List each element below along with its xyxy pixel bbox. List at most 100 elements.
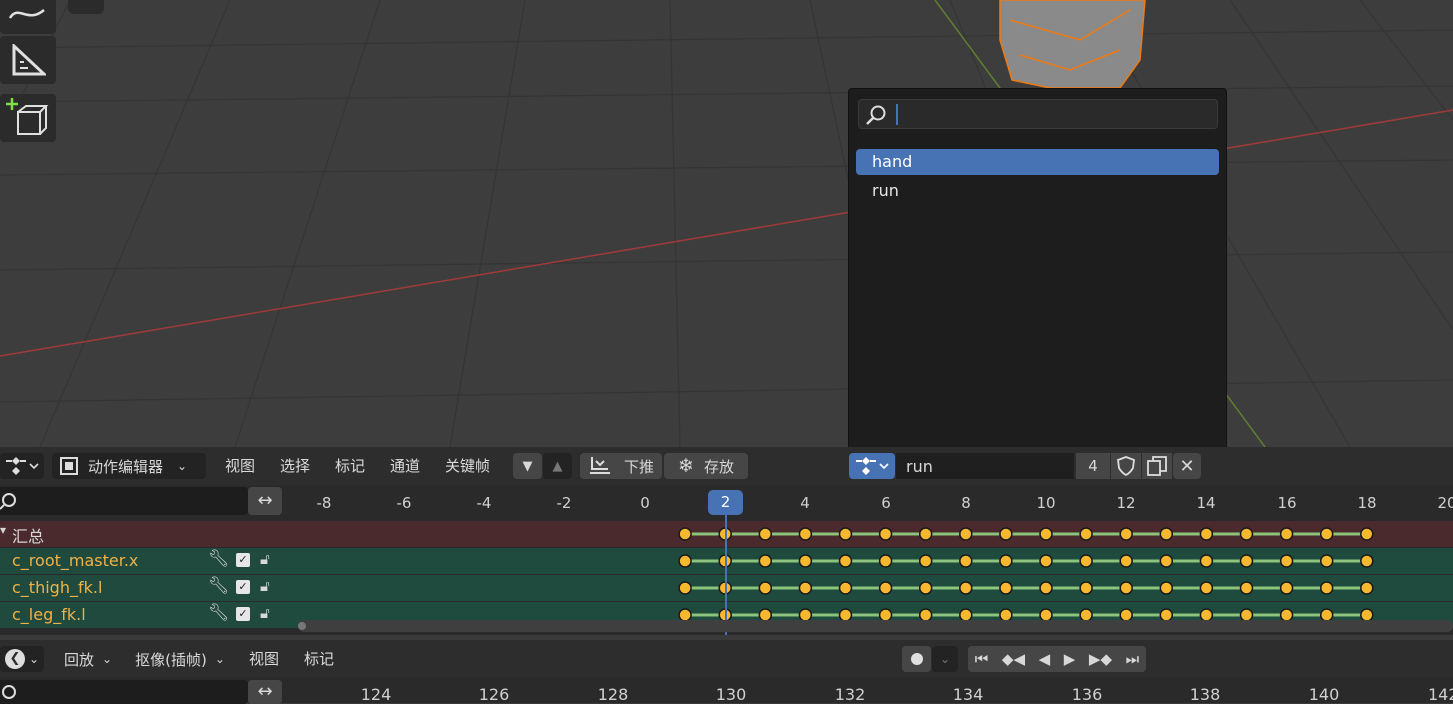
keyframe <box>1319 581 1334 595</box>
triangle-up-icon: ▲ <box>552 458 563 474</box>
push-down-button[interactable]: 下推 <box>580 453 662 479</box>
measure-tool-button[interactable] <box>0 36 56 84</box>
next-key-icon[interactable]: ▶◆ <box>1089 650 1112 668</box>
timeline-search-field[interactable] <box>0 680 248 704</box>
ruler-tick: 14 <box>1196 494 1216 512</box>
current-frame-indicator[interactable]: 2 <box>708 490 743 515</box>
keyframe <box>1119 527 1133 541</box>
playback-dropdown[interactable]: 回放 ⌄ <box>56 646 120 672</box>
copy-icon <box>1147 456 1167 476</box>
action-name-field[interactable]: run <box>896 453 1074 479</box>
unlink-action-button[interactable]: ✕ <box>1173 453 1201 479</box>
stash-label: 存放 <box>703 457 734 476</box>
keying-dropdown[interactable]: 抠像(插帧) ⌄ <box>124 646 236 672</box>
action-browse-popup: hand run <box>848 88 1227 454</box>
draw-icon <box>8 8 45 19</box>
search-icon <box>0 493 16 510</box>
keyframe <box>1360 581 1374 595</box>
ruler-tick: 18 <box>1357 494 1377 512</box>
channel-name: c_root_master.x <box>12 551 139 570</box>
keyframe <box>959 581 973 595</box>
editor-type-button[interactable] <box>0 453 44 479</box>
new-action-button[interactable] <box>1142 453 1172 479</box>
wrench-icon[interactable]: 🔧︎ <box>208 549 230 569</box>
ruler-tick: -8 <box>316 494 332 512</box>
wrench-icon[interactable]: 🔧︎ <box>208 603 230 623</box>
channel-icons: 🔧︎ ✓ 🔓︎ <box>208 603 284 625</box>
popup-item-run[interactable]: run <box>856 178 1219 204</box>
browse-action-button[interactable] <box>849 453 895 479</box>
auto-key-mode-button[interactable]: ⌄ <box>932 646 958 672</box>
keyframe <box>678 554 692 568</box>
add-cube-icon <box>6 98 49 135</box>
keyframe <box>838 554 853 568</box>
wrench-icon[interactable]: 🔧︎ <box>208 576 230 596</box>
keyframe <box>999 581 1013 595</box>
keyframe <box>1159 527 1174 541</box>
auto-key-button[interactable] <box>902 646 931 672</box>
ruler-tick: -6 <box>396 494 412 512</box>
user-count: 4 <box>1088 457 1098 475</box>
ruler-tick: 20 <box>1437 494 1453 512</box>
snowflake-icon: ❄ <box>678 455 694 477</box>
jump-end-icon[interactable]: ⏭︎ <box>1126 650 1140 668</box>
filter-down-button[interactable]: ▼ <box>513 453 542 479</box>
keyframe <box>1119 554 1133 568</box>
keyframes-layer[interactable] <box>285 521 1453 635</box>
ruler-tick: 16 <box>1277 494 1297 512</box>
menu-view[interactable]: 视图 <box>225 447 255 485</box>
timeline-ruler-area[interactable]: ↔ 124 126 128 130 132 134 136 138 140 14… <box>0 678 1453 704</box>
lock-icon[interactable]: 🔓︎ <box>260 604 270 622</box>
viewport-gizmo-button[interactable] <box>68 0 104 14</box>
timeline-tick: 140 <box>1308 685 1340 704</box>
checkbox-icon[interactable]: ✓ <box>236 607 250 621</box>
menu-select[interactable]: 选择 <box>280 447 310 485</box>
timeline-tick: 136 <box>1071 685 1103 704</box>
checkbox-icon[interactable]: ✓ <box>236 553 250 567</box>
draw-tool-button[interactable] <box>0 0 56 34</box>
horizontal-scrollbar[interactable] <box>298 620 1453 632</box>
popup-search-field[interactable] <box>858 99 1218 129</box>
timeline-menu-view[interactable]: 视图 <box>249 640 279 678</box>
lock-icon[interactable]: 🔓︎ <box>260 550 270 568</box>
timeline-tick: 134 <box>952 685 984 704</box>
stash-button[interactable]: ❄ 存放 <box>664 453 748 479</box>
timeline-editor-type-button[interactable]: ❮ ⌄ <box>0 646 44 672</box>
lock-icon[interactable]: 🔓︎ <box>260 577 270 595</box>
frame-ruler[interactable]: -8 -6 -4 -2 0 4 6 8 10 12 14 16 18 20 2 <box>285 485 1453 519</box>
play-icon[interactable]: ▶ <box>1064 650 1076 668</box>
dopesheet-header: 动作编辑器 ⌄ 视图 选择 标记 通道 关键帧 ▼ ▲ 下推 ❄ 存放 run … <box>0 447 1453 485</box>
jump-start-icon[interactable]: ⏮︎ <box>975 650 989 668</box>
close-icon: ✕ <box>1179 455 1195 477</box>
keyframe <box>918 527 933 541</box>
play-reverse-icon[interactable]: ◀ <box>1039 650 1051 668</box>
dopesheet-body[interactable]: ↔ -8 -6 -4 -2 0 4 6 8 10 12 14 16 18 20 … <box>0 485 1453 635</box>
add-cube-tool-button[interactable] <box>0 94 56 142</box>
ruler-tick: 0 <box>640 494 650 512</box>
3d-viewport[interactable] <box>0 0 1453 447</box>
timeline-menu-marker[interactable]: 标记 <box>304 640 334 678</box>
keyframe <box>1279 527 1294 541</box>
editor-mode-dropdown[interactable]: 动作编辑器 ⌄ <box>52 453 206 479</box>
channel-search-field[interactable] <box>0 487 248 515</box>
swap-arrows-button[interactable]: ↔ <box>248 487 282 515</box>
fake-user-button[interactable] <box>1111 453 1141 479</box>
checkbox-icon[interactable]: ✓ <box>236 580 250 594</box>
timeline-swap-button[interactable]: ↔ <box>248 680 282 704</box>
keyframe <box>1039 581 1053 595</box>
channel-name: c_leg_fk.l <box>12 605 86 624</box>
menu-key[interactable]: 关键帧 <box>445 447 490 485</box>
keyframe <box>999 527 1013 541</box>
action-name: run <box>906 456 933 476</box>
search-icon <box>2 685 16 699</box>
user-count-button[interactable]: 4 <box>1076 453 1110 479</box>
record-icon <box>910 653 923 665</box>
keyframe <box>798 554 813 568</box>
filter-up-button[interactable]: ▲ <box>543 453 572 479</box>
prev-key-icon[interactable]: ◆◀ <box>1002 650 1025 668</box>
ruler-tick: 10 <box>1036 494 1056 512</box>
menu-marker[interactable]: 标记 <box>335 447 365 485</box>
popup-item-hand[interactable]: hand <box>856 149 1219 175</box>
playback-controls: ⏮︎ ◆◀ ◀ ▶ ▶◆ ⏭︎ <box>968 646 1146 672</box>
menu-channel[interactable]: 通道 <box>390 447 420 485</box>
